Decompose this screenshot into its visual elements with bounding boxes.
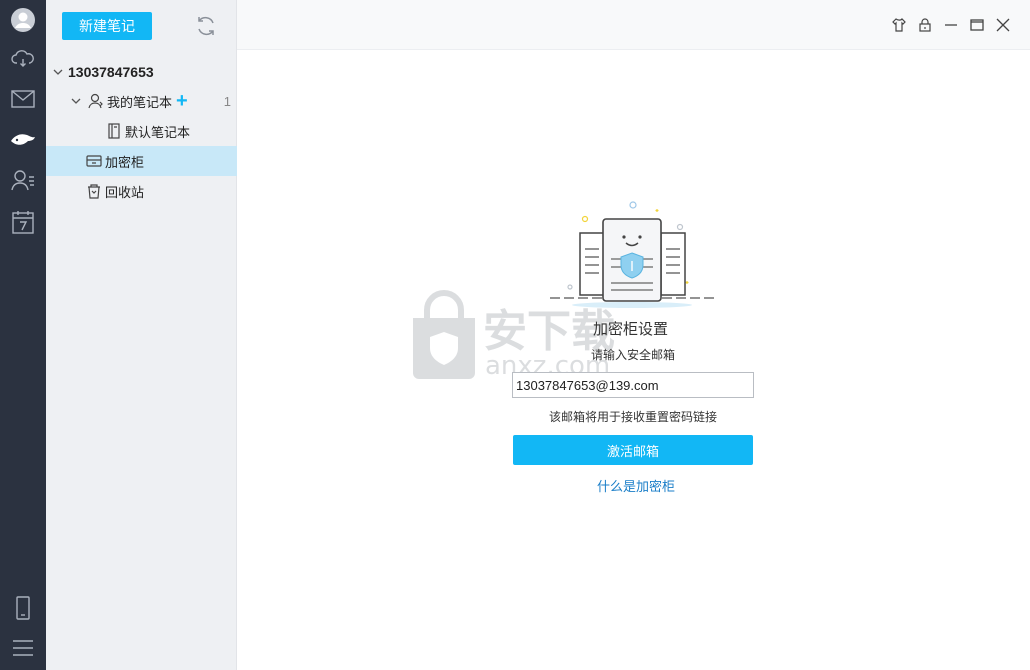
activate-email-button[interactable]: 激活邮箱 bbox=[513, 435, 753, 465]
tree-item-trash[interactable]: 回收站 bbox=[46, 176, 237, 206]
notebook-count: 1 bbox=[223, 93, 231, 109]
notebook-icon bbox=[106, 123, 122, 139]
vault-icon bbox=[86, 153, 102, 169]
default-notebook-label: 默认笔记本 bbox=[125, 124, 191, 140]
chevron-down-icon[interactable] bbox=[70, 95, 82, 107]
tree-item-default-notebook[interactable]: 默认笔记本 bbox=[46, 116, 237, 146]
phone-icon[interactable] bbox=[9, 594, 37, 622]
minimize-icon[interactable] bbox=[941, 15, 961, 35]
account-node[interactable]: 13037847653 bbox=[46, 60, 237, 84]
notebook-panel: 新建笔记 13037847653 我的笔记本 + 1 默认笔记本 加密柜 回收站 bbox=[46, 0, 237, 670]
email-input[interactable] bbox=[512, 372, 754, 398]
mail-icon[interactable] bbox=[9, 85, 37, 113]
sync-icon[interactable] bbox=[194, 14, 218, 38]
contacts-icon[interactable] bbox=[9, 166, 37, 194]
add-notebook-button[interactable]: + bbox=[176, 91, 188, 111]
main-area: 安下载 anxz.com 加密柜设置 请输入安全邮箱 该邮箱将用于接收重置密码链… bbox=[237, 0, 1030, 670]
icon-rail bbox=[0, 0, 46, 670]
my-notebooks-label: 我的笔记本 bbox=[107, 94, 173, 110]
email-prompt: 请输入安全邮箱 bbox=[591, 348, 676, 362]
chevron-down-icon[interactable] bbox=[52, 66, 64, 78]
skin-icon[interactable] bbox=[889, 15, 909, 35]
menu-icon[interactable] bbox=[9, 634, 37, 662]
calendar-icon[interactable] bbox=[9, 208, 37, 236]
lock-icon[interactable] bbox=[915, 15, 935, 35]
account-label: 13037847653 bbox=[68, 64, 154, 80]
close-icon[interactable] bbox=[993, 15, 1013, 35]
tree-item-my-notebooks[interactable]: 我的笔记本 + 1 bbox=[46, 86, 237, 116]
email-note: 该邮箱将用于接收重置密码链接 bbox=[549, 410, 718, 424]
new-note-button[interactable]: 新建笔记 bbox=[62, 12, 152, 40]
maximize-icon[interactable] bbox=[967, 15, 987, 35]
vault-setup-title: 加密柜设置 bbox=[593, 321, 669, 338]
trash-icon bbox=[86, 183, 102, 199]
window-titlebar bbox=[237, 0, 1030, 50]
avatar-icon[interactable] bbox=[9, 6, 37, 34]
user-icon bbox=[88, 93, 104, 109]
what-is-vault-link[interactable]: 什么是加密柜 bbox=[597, 476, 675, 495]
vault-illustration bbox=[550, 201, 714, 308]
tree-item-vault[interactable]: 加密柜 bbox=[46, 146, 237, 176]
note-app-icon[interactable] bbox=[9, 125, 37, 153]
cloud-icon[interactable] bbox=[9, 44, 37, 72]
vault-label: 加密柜 bbox=[105, 154, 145, 170]
trash-label: 回收站 bbox=[105, 184, 145, 200]
